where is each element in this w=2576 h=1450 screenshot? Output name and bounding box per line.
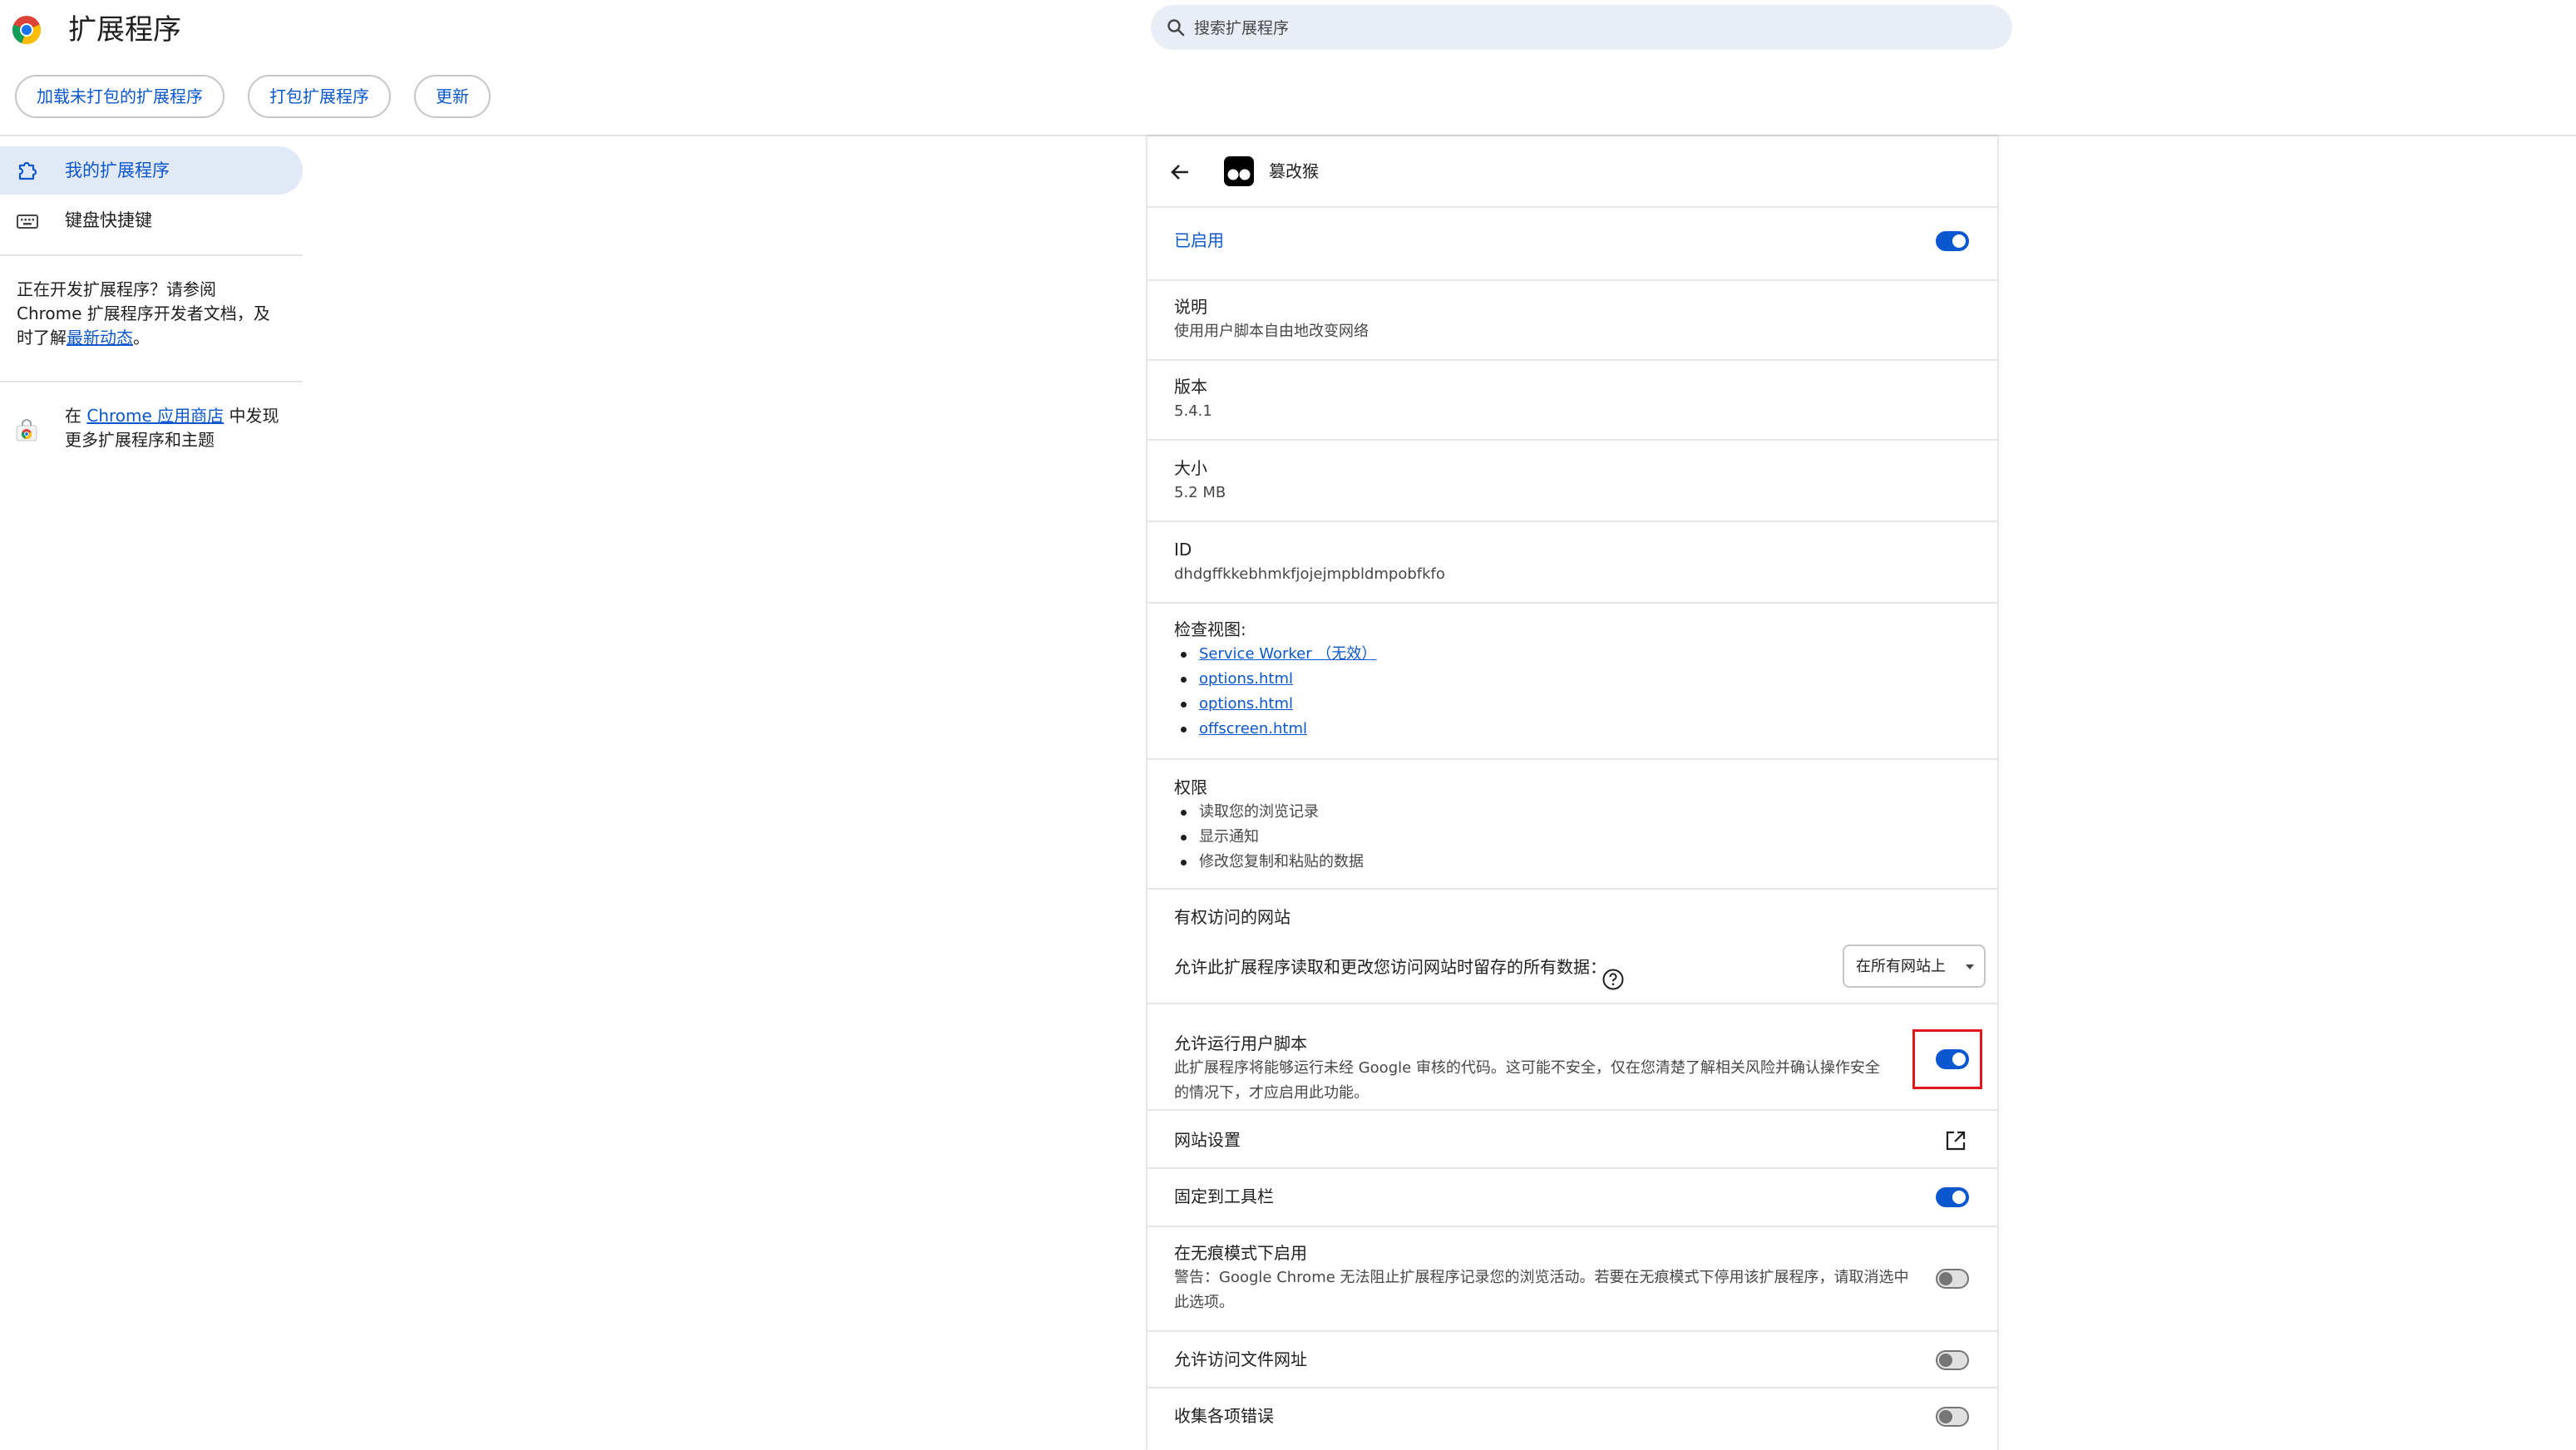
divider (1147, 602, 1997, 604)
enabled-label: 已启用 (1174, 230, 1224, 250)
highlight-box (1912, 1029, 1982, 1089)
site-access-description: 允许此扩展程序读取和更改您访问网站时留存的所有数据： (1174, 957, 1606, 977)
user-scripts-label: 允许运行用户脚本 (1174, 1033, 1307, 1053)
divider (1147, 1226, 1997, 1227)
update-button[interactable]: 更新 (414, 75, 491, 118)
version-label: 版本 (1174, 377, 1207, 397)
developer-note: 正在开发扩展程序？请参阅 Chrome 扩展程序开发者文档，及时了解最新动态。 (17, 278, 283, 350)
incognito-toggle[interactable] (1936, 1269, 1969, 1289)
extension-detail-card: 篡改猴 已启用 说明 使用用户脚本自由地改变网络 版本 5.4.1 大小 5.2… (1147, 136, 1997, 1450)
permissions-list: 读取您的浏览记录 显示通知 修改您复制和粘贴的数据 (1174, 800, 1364, 875)
inspect-views-label: 检查视图: (1174, 619, 1246, 639)
inspect-service-worker-link[interactable]: Service Worker （无效） (1199, 645, 1376, 663)
divider (1147, 1167, 1997, 1169)
sidebar-item-my-extensions[interactable]: 我的扩展程序 (0, 146, 303, 195)
incognito-description: 警告：Google Chrome 无法阻止扩展程序记录您的浏览活动。若要在无痕模… (1174, 1269, 1909, 1311)
help-icon[interactable] (1601, 968, 1625, 991)
chrome-logo-icon (12, 16, 42, 45)
sidebar-item-label: 我的扩展程序 (65, 160, 170, 180)
search-box[interactable] (1151, 5, 2012, 50)
page-title: 扩展程序 (68, 13, 181, 47)
open-in-new-icon[interactable] (1944, 1129, 1967, 1152)
site-settings-label: 网站设置 (1174, 1130, 1241, 1150)
size-value: 5.2 MB (1174, 484, 1226, 501)
divider (1147, 206, 1997, 208)
load-unpacked-button[interactable]: 加载未打包的扩展程序 (15, 75, 225, 118)
top-bar: 扩展程序 (0, 0, 2576, 58)
toolbar: 加载未打包的扩展程序 打包扩展程序 更新 (15, 75, 491, 118)
divider (1147, 1003, 1997, 1004)
collect-errors-label: 收集各项错误 (1174, 1406, 1274, 1426)
id-value: dhdgffkkebhmkfjojejmpbldmpobfkfo (1174, 565, 1445, 583)
inspect-options-link[interactable]: options.html (1199, 695, 1293, 713)
list-item: options.html (1174, 667, 1376, 692)
sidebar-divider (0, 254, 303, 256)
inspect-views-list: Service Worker （无效） options.html options… (1174, 642, 1376, 742)
divider (1147, 279, 1997, 281)
puzzle-icon (18, 161, 37, 180)
chevron-down-icon (1966, 964, 1974, 969)
divider (1147, 520, 1997, 522)
pack-extension-button[interactable]: 打包扩展程序 (248, 75, 391, 118)
inspect-offscreen-link[interactable]: offscreen.html (1199, 720, 1307, 737)
divider (1147, 888, 1997, 890)
file-urls-label: 允许访问文件网址 (1174, 1349, 1307, 1369)
web-store-link[interactable]: Chrome 应用商店 (86, 406, 224, 426)
id-label: ID (1174, 540, 1192, 560)
developer-note-end: 。 (133, 328, 150, 348)
incognito-label: 在无痕模式下启用 (1174, 1243, 1307, 1263)
list-item: 修改您复制和粘贴的数据 (1174, 850, 1364, 875)
web-store-note: 在 Chrome 应用商店 中发现更多扩展程序和主题 (65, 404, 289, 452)
latest-news-link[interactable]: 最新动态 (67, 328, 133, 348)
tampermonkey-logo-icon (1224, 156, 1254, 186)
site-access-select[interactable]: 在所有网站上 (1843, 944, 1986, 988)
inspect-options-link[interactable]: options.html (1199, 670, 1293, 688)
collect-errors-toggle[interactable] (1936, 1407, 1969, 1427)
back-arrow-icon[interactable] (1167, 160, 1192, 185)
sidebar-item-keyboard-shortcuts[interactable]: 键盘快捷键 (0, 196, 303, 244)
pin-toolbar-toggle[interactable] (1936, 1187, 1969, 1207)
web-store-note-text: 在 (65, 406, 87, 426)
list-item: offscreen.html (1174, 717, 1376, 742)
divider (1147, 1330, 1997, 1332)
web-store-icon (16, 419, 37, 441)
site-access-label: 有权访问的网站 (1174, 907, 1290, 927)
divider (1147, 758, 1997, 760)
size-label: 大小 (1174, 458, 1207, 478)
divider (1147, 1387, 1997, 1388)
list-item: Service Worker （无效） (1174, 642, 1376, 667)
keyboard-icon (17, 215, 38, 229)
site-access-value: 在所有网站上 (1856, 958, 1946, 975)
list-item: 读取您的浏览记录 (1174, 800, 1364, 825)
divider (1147, 359, 1997, 361)
description-value: 使用用户脚本自由地改变网络 (1174, 323, 1369, 340)
divider (1147, 439, 1997, 441)
extension-name: 篡改猴 (1269, 161, 1319, 181)
enabled-toggle[interactable] (1936, 231, 1969, 251)
search-icon (1167, 19, 1185, 37)
pin-toolbar-label: 固定到工具栏 (1174, 1186, 1274, 1206)
divider (1147, 1109, 1997, 1111)
list-item: 显示通知 (1174, 825, 1364, 850)
search-input[interactable] (1192, 12, 1994, 45)
user-scripts-description: 此扩展程序将能够运行未经 Google 审核的代码。这可能不安全，仅在您清楚了解… (1174, 1059, 1880, 1102)
sidebar-item-label: 键盘快捷键 (65, 210, 152, 230)
list-item: options.html (1174, 692, 1376, 717)
file-urls-toggle[interactable] (1936, 1350, 1969, 1370)
version-value: 5.4.1 (1174, 402, 1212, 420)
sidebar: 我的扩展程序 键盘快捷键 正在开发扩展程序？请参阅 Chrome 扩展程序开发者… (0, 136, 303, 1447)
sidebar-divider (0, 381, 303, 382)
permissions-label: 权限 (1174, 777, 1207, 797)
description-label: 说明 (1174, 297, 1207, 317)
